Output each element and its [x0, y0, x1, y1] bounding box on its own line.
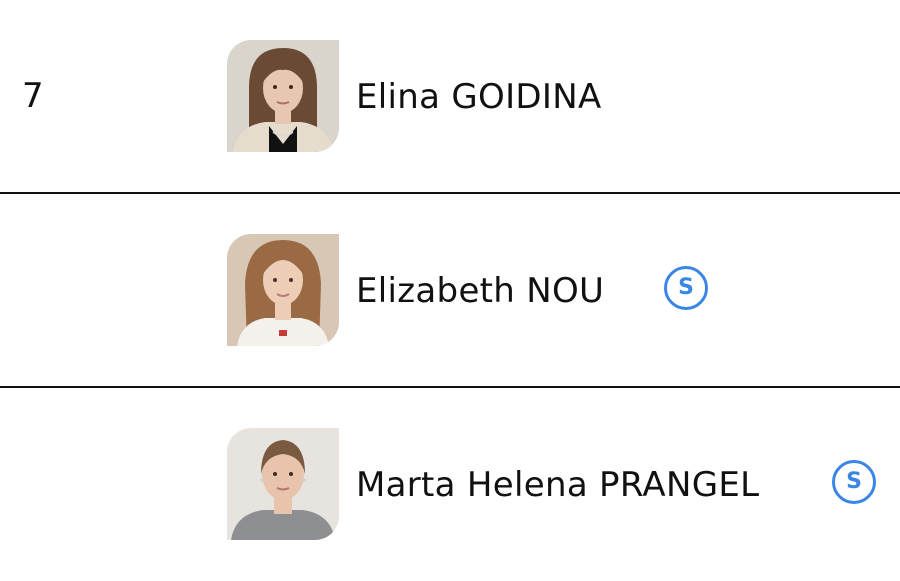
athlete-photo [227, 234, 339, 346]
athlete-name[interactable]: Marta Helena PRANGEL [356, 464, 759, 506]
status-badge-s-icon: S [832, 460, 876, 504]
rank-number: 7 [22, 76, 44, 116]
athlete-name[interactable]: Elizabeth NOU [356, 270, 604, 312]
portrait-image [227, 40, 339, 152]
athlete-name[interactable]: Elina GOIDINA [356, 76, 602, 118]
portrait-image [227, 234, 339, 346]
athlete-row[interactable]: Marta Helena PRANGEL S [0, 388, 900, 581]
athlete-row[interactable]: 7 Elina GOIDINA [0, 0, 900, 193]
athlete-photo [227, 40, 339, 152]
athlete-photo [227, 428, 339, 540]
athlete-row[interactable]: Elizabeth NOU S [0, 194, 900, 387]
portrait-image [227, 428, 339, 540]
status-badge-s-icon: S [664, 266, 708, 310]
